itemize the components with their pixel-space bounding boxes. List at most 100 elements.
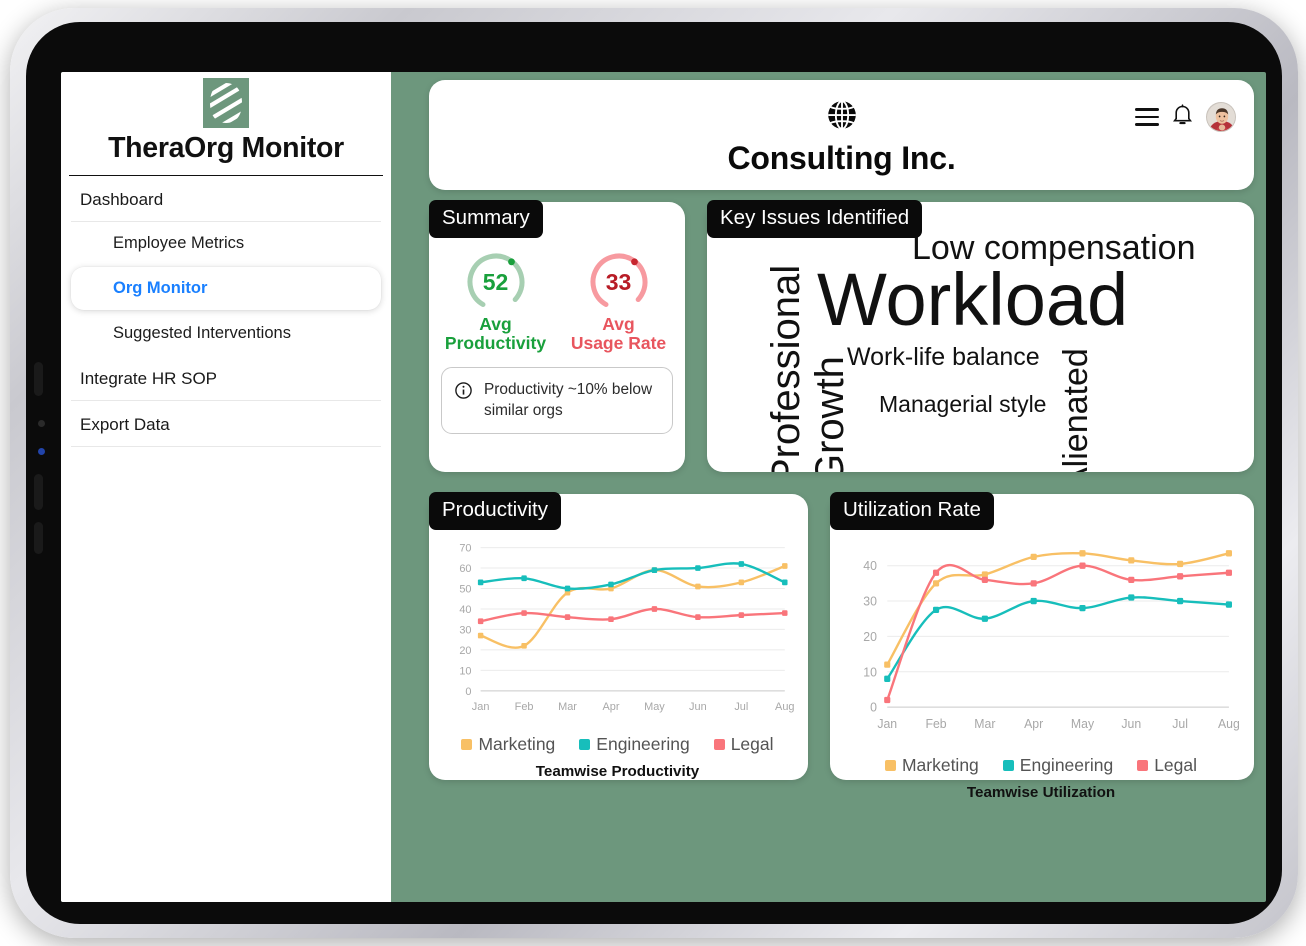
- device-button-bottom[interactable]: [34, 522, 43, 554]
- sidebar-item-employee-metrics[interactable]: Employee Metrics: [71, 222, 381, 265]
- x-axis-tick-label: Jul: [734, 701, 748, 713]
- legend-item-engineering[interactable]: Engineering: [1002, 755, 1113, 776]
- x-axis-tick-label: Jul: [1172, 717, 1188, 731]
- legend-item-marketing[interactable]: Marketing: [461, 734, 555, 755]
- y-axis-tick-label: 40: [459, 604, 471, 616]
- y-axis-tick-label: 60: [459, 563, 471, 575]
- dashboard-row-1: Summary 52 Avg Productivity 33 Avg Usage…: [429, 200, 1254, 472]
- page-title: Consulting Inc.: [727, 140, 956, 176]
- chart-data-point: [695, 614, 701, 621]
- chart-data-point: [695, 583, 701, 590]
- chart-data-point: [695, 565, 701, 571]
- chart-data-point: [1225, 601, 1232, 608]
- sidebar-item-export-data[interactable]: Export Data: [71, 401, 381, 447]
- chart-data-point: [932, 606, 940, 614]
- legend-item-legal[interactable]: Legal: [1137, 755, 1197, 776]
- device-indicator-led: [38, 448, 45, 455]
- productivity-card-tag: Productivity: [429, 492, 561, 530]
- sidebar-item-suggested-interventions[interactable]: Suggested Interventions: [71, 312, 381, 355]
- y-axis-tick-label: 70: [459, 543, 471, 555]
- chart-data-point: [564, 614, 571, 621]
- legend-item-marketing[interactable]: Marketing: [884, 755, 979, 776]
- productivity-chart-card: Productivity 0 10 20 30 40 50 60 70 Jan Feb Mar Apr…: [429, 492, 808, 780]
- chart-data-point: [932, 569, 940, 576]
- sidebar: TheraOrg Monitor Dashboard Employee Metr…: [61, 72, 391, 902]
- sidebar-item-org-monitor[interactable]: Org Monitor: [71, 267, 381, 310]
- gauge-ring-usage: 33: [587, 250, 651, 314]
- key-issues-card: Key Issues Identified Professional Growth…: [707, 200, 1254, 472]
- chart-data-point: [981, 576, 988, 583]
- sidebar-item-integrate-hr-sop[interactable]: Integrate HR SOP: [71, 355, 381, 401]
- legend-label: Engineering: [596, 734, 690, 754]
- y-axis-tick-label: 20: [863, 630, 877, 644]
- sidebar-item-dashboard[interactable]: Dashboard: [71, 176, 381, 222]
- y-axis-tick-label: 0: [465, 686, 471, 698]
- productivity-chart-caption: Teamwise Productivity: [535, 763, 700, 780]
- chart-data-point: [1128, 557, 1135, 564]
- legend-item-engineering[interactable]: Engineering: [579, 734, 690, 755]
- x-axis-tick-label: Jun: [689, 701, 707, 713]
- x-axis-tick-label: Jan: [877, 717, 897, 731]
- x-axis-tick-label: Mar: [558, 701, 577, 713]
- legend-swatch: [1002, 759, 1014, 771]
- avatar[interactable]: [1206, 102, 1236, 132]
- chart-data-point: [477, 618, 484, 625]
- chart-data-point: [1079, 550, 1086, 557]
- chart-data-point: [884, 675, 891, 682]
- chart-data-point: [1079, 604, 1086, 612]
- chart-data-point: [521, 642, 527, 649]
- globe-icon: [824, 97, 860, 138]
- device-button-top[interactable]: [34, 362, 43, 396]
- chart-data-point: [981, 615, 988, 622]
- legend-label: Legal: [1154, 754, 1198, 775]
- y-axis-tick-label: 50: [459, 583, 471, 595]
- summary-card: Summary 52 Avg Productivity 33 Avg Usage…: [429, 200, 685, 472]
- gauge-avg-usage-rate: 33 Avg Usage Rate: [566, 250, 671, 353]
- y-axis-tick-label: 20: [459, 645, 471, 657]
- chart-data-point: [1225, 550, 1232, 557]
- chart-data-point: [1177, 597, 1184, 605]
- chart-data-point: [1128, 576, 1135, 583]
- legend-item-legal[interactable]: Legal: [713, 734, 774, 755]
- x-axis-tick-label: Jan: [472, 701, 490, 713]
- topbar-actions: [1135, 102, 1236, 132]
- chart-data-point: [477, 579, 484, 586]
- y-axis-tick-label: 40: [863, 559, 877, 573]
- legend-label: Marketing: [478, 734, 556, 754]
- productivity-chart-legend: Marketing Engineering Legal: [435, 734, 800, 755]
- gauge-value-productivity: 52: [482, 268, 509, 295]
- hamburger-icon[interactable]: [1135, 108, 1159, 126]
- sidebar-nav: Dashboard Employee Metrics Org Monitor S…: [61, 176, 391, 447]
- x-axis-tick-label: May: [644, 701, 665, 713]
- gauge-label-usage-line2: Usage Rate: [570, 332, 667, 353]
- x-axis-tick-label: Feb: [515, 701, 534, 713]
- brand-title: TheraOrg Monitor: [108, 132, 344, 164]
- info-circle-icon: [454, 381, 473, 405]
- chart-data-point: [651, 567, 658, 573]
- chart-data-point: [1177, 573, 1184, 580]
- chart-data-point: [477, 632, 484, 639]
- chart-data-point: [884, 696, 891, 704]
- word-cloud-term: Growth: [808, 356, 852, 472]
- chart-data-point: [521, 575, 527, 582]
- productivity-line-chart: 0 10 20 30 40 50 60 70 Jan Feb Mar Apr May Jun Jul Aug: [435, 534, 800, 732]
- word-cloud-term: Alienated: [1057, 348, 1095, 472]
- bell-icon[interactable]: [1172, 103, 1193, 132]
- chart-data-point: [651, 606, 658, 612]
- word-cloud-term: Low compensation: [912, 229, 1196, 267]
- gauge-value-usage: 33: [605, 268, 632, 295]
- legend-swatch: [461, 739, 473, 750]
- striped-leaf-logo-icon: [203, 78, 249, 128]
- device-button-mid[interactable]: [34, 474, 43, 510]
- word-cloud-term: Managerial style: [879, 391, 1047, 417]
- chart-data-point: [738, 612, 745, 618]
- word-cloud: Professional Growth Workload Low compensati…: [707, 202, 1254, 472]
- brand-block: TheraOrg Monitor: [69, 72, 383, 176]
- topbar: Consulting Inc.: [429, 80, 1254, 190]
- dashboard-row-2: Productivity 0 10 20 30 40 50 60 70 Jan Feb Mar Apr…: [429, 492, 1254, 801]
- gauge-label-productivity-line2: Productivity: [444, 332, 547, 353]
- legend-swatch: [1137, 759, 1149, 771]
- word-cloud-term: Work-life balance: [847, 343, 1040, 371]
- chart-data-point: [1030, 580, 1037, 587]
- info-callout-text: Productivity ~10% below similar orgs: [484, 380, 653, 420]
